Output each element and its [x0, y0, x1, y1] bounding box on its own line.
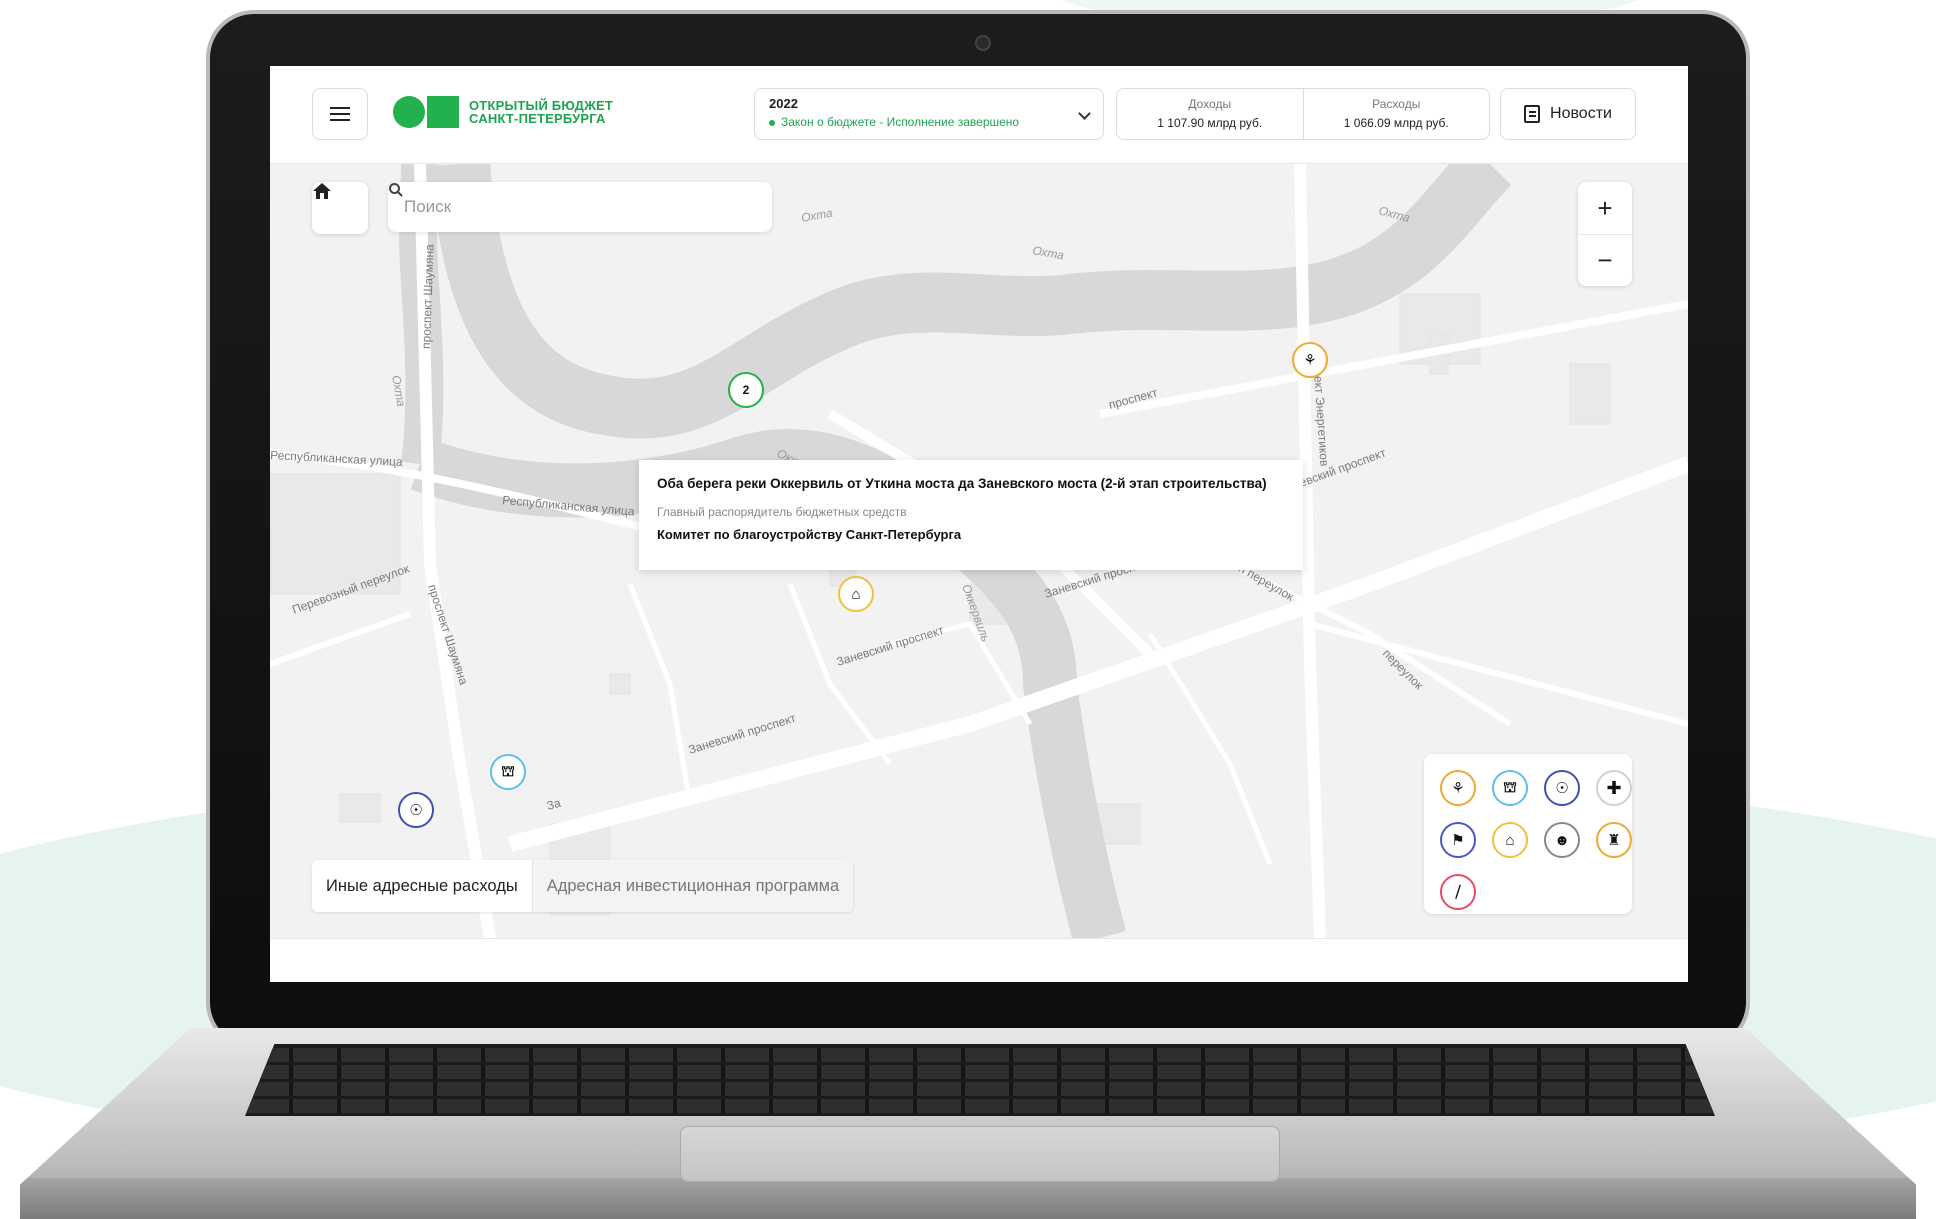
tree-icon: ⚘ — [1303, 352, 1317, 369]
expense-value: 1 066.09 млрд руб. — [1343, 116, 1449, 130]
legend-museum-button[interactable]: ⛫ — [1492, 770, 1528, 806]
road-icon: ⧸ — [1455, 883, 1461, 901]
keyboard-row — [245, 1048, 1715, 1062]
logo-line2: САНКТ-ПЕТЕРБУРГА — [469, 111, 606, 126]
income-value: 1 107.90 млрд руб. — [1157, 116, 1263, 130]
flag-icon: ⚑ — [1451, 832, 1465, 849]
lock-icon: ♜ — [1607, 832, 1621, 849]
microscope-icon: ☉ — [1555, 780, 1569, 797]
legend-road-button[interactable]: ⧸ — [1440, 874, 1476, 910]
legend-people-button[interactable]: ☻ — [1544, 822, 1580, 858]
menu-icon — [330, 107, 350, 121]
people-icon: ☻ — [1554, 831, 1570, 849]
tooltip-title: Оба берега реки Оккервиль от Уткина мост… — [657, 476, 1267, 491]
legend-tree-button[interactable]: ⚘ — [1440, 770, 1476, 806]
menu-button[interactable] — [312, 88, 368, 140]
home-button[interactable] — [312, 182, 368, 234]
keyboard-row — [245, 1082, 1715, 1096]
logo[interactable]: ОТКРЫТЫЙ БЮДЖЕТ САНКТ-ПЕТЕРБУРГА — [393, 96, 613, 128]
cluster-count: 2 — [742, 383, 750, 397]
laptop-lip — [20, 1178, 1916, 1219]
logo-text: ОТКРЫТЫЙ БЮДЖЕТ САНКТ-ПЕТЕРБУРГА — [469, 99, 613, 125]
museum-icon: ⛫ — [1503, 778, 1517, 796]
year-value: 2022 — [769, 96, 798, 111]
logo-mark-icon — [393, 96, 459, 128]
search-icon — [389, 183, 403, 197]
trackpad — [680, 1126, 1280, 1182]
income-cell[interactable]: Доходы 1 107.90 млрд руб. — [1117, 89, 1303, 139]
house-icon: ⌂ — [1505, 831, 1515, 849]
home-icon — [313, 183, 331, 199]
program-tabs: Иные адресные расходы Адресная инвестици… — [312, 860, 854, 912]
map-cluster-marker[interactable]: 2 — [728, 372, 764, 408]
budget-status: Закон о бюджете - Исполнение завершено — [769, 115, 1089, 129]
news-button[interactable]: Новости — [1500, 88, 1636, 140]
legend-lock-button[interactable]: ♜ — [1596, 822, 1632, 858]
zoom-in-button[interactable]: + — [1578, 182, 1632, 234]
legend-flag-button[interactable]: ⚑ — [1440, 822, 1476, 858]
category-legend: ⚘ ⛫ ☉ ✚ ⚑ ⌂ ☻ ♜ ⧸ — [1424, 754, 1632, 914]
app-screen: ОТКРЫТЫЙ БЮДЖЕТ САНКТ-ПЕТЕРБУРГА 2022 За… — [270, 66, 1688, 982]
income-label: Доходы — [1188, 97, 1232, 111]
map-canvas[interactable]: Охта Охта Охта Охта Оккервиль Оккервиль … — [270, 164, 1688, 938]
map-marker-house[interactable]: ⌂ — [838, 576, 874, 612]
search-input[interactable] — [404, 197, 724, 217]
tab-other-expenses[interactable]: Иные адресные расходы — [312, 860, 532, 912]
map-marker-microscope[interactable]: ☉ — [398, 792, 434, 828]
expense-cell[interactable]: Расходы 1 066.09 млрд руб. — [1302, 89, 1490, 139]
budget-summary: Доходы 1 107.90 млрд руб. Расходы 1 066.… — [1116, 88, 1490, 140]
legend-medical-button[interactable]: ✚ — [1596, 770, 1632, 806]
budget-year-select[interactable]: 2022 Закон о бюджете - Исполнение заверш… — [754, 88, 1104, 140]
document-icon — [1524, 105, 1541, 123]
house-icon: ⌂ — [851, 585, 861, 603]
microscope-icon: ☉ — [409, 802, 423, 819]
keyboard-row — [245, 1099, 1715, 1113]
map-marker-museum[interactable]: ⛫ — [490, 754, 526, 790]
tab-investment-program[interactable]: Адресная инвестиционная программа — [531, 860, 854, 912]
search-box[interactable] — [388, 182, 772, 232]
zoom-out-button[interactable]: − — [1578, 234, 1632, 286]
object-tooltip: Оба берега реки Оккервиль от Уткина мост… — [639, 460, 1303, 570]
legend-microscope-button[interactable]: ☉ — [1544, 770, 1580, 806]
tooltip-org: Комитет по благоустройству Санкт-Петербу… — [657, 527, 962, 542]
map-marker-tree[interactable]: ⚘ — [1292, 342, 1328, 378]
app-footer — [270, 938, 1688, 982]
news-label: Новости — [1550, 105, 1612, 122]
expense-label: Расходы — [1372, 97, 1421, 111]
app-header: ОТКРЫТЫЙ БЮДЖЕТ САНКТ-ПЕТЕРБУРГА 2022 За… — [270, 66, 1688, 164]
zoom-control: + − — [1578, 182, 1632, 286]
medical-cross-icon: ✚ — [1606, 777, 1622, 798]
keyboard — [245, 1044, 1715, 1116]
legend-house-button[interactable]: ⌂ — [1492, 822, 1528, 858]
marketing-stage: ОТКРЫТЫЙ БЮДЖЕТ САНКТ-ПЕТЕРБУРГА 2022 За… — [0, 0, 1936, 1219]
keyboard-row — [245, 1065, 1715, 1079]
museum-icon: ⛫ — [501, 762, 515, 780]
tooltip-label: Главный распорядитель бюджетных средств — [657, 505, 907, 519]
camera-icon — [975, 35, 991, 51]
tree-icon: ⚘ — [1451, 780, 1465, 797]
